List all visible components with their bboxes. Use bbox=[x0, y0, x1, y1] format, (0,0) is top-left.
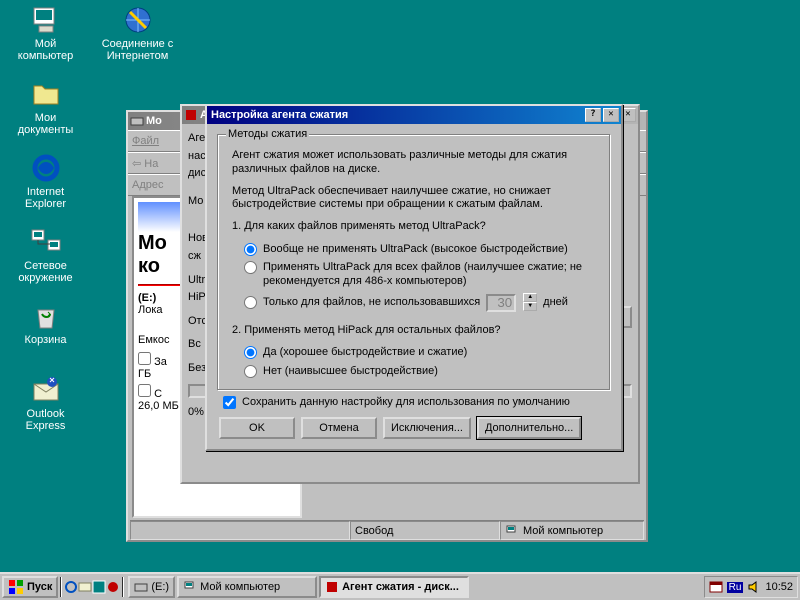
radio-ultrapack-unused[interactable]: Только для файлов, не использовавшихся ▲… bbox=[244, 293, 584, 312]
desktop-icon-label: Internet Explorer bbox=[25, 186, 66, 210]
radio-ultrapack-all[interactable]: Применять UltraPack для всех файлов (наи… bbox=[244, 260, 584, 289]
intro-text-2: Метод UltraPack обеспечивает наилучшее с… bbox=[232, 185, 596, 213]
desktop-icon-my-documents[interactable]: Мои документы bbox=[8, 78, 83, 136]
agent-icon bbox=[184, 108, 198, 122]
explorer-statusbar: Свобод Мой компьютер bbox=[130, 520, 644, 540]
task-button-my-computer[interactable]: Мой компьютер bbox=[177, 576, 317, 598]
question-1: 1. Для каких файлов применять метод Ultr… bbox=[232, 220, 596, 234]
drive-icon bbox=[130, 114, 144, 128]
spin-down-button[interactable]: ▼ bbox=[523, 302, 537, 311]
drive-icon bbox=[134, 580, 148, 594]
used-check[interactable] bbox=[138, 352, 151, 365]
tray-scheduler-icon[interactable] bbox=[709, 580, 723, 594]
radio-hipack-yes[interactable]: Да (хорошее быстродействие и сжатие) bbox=[244, 345, 584, 359]
radio-ultrapack-none[interactable]: Вообще не применять UltraPack (высокое б… bbox=[244, 242, 584, 256]
methods-groupbox: Методы сжатия Агент сжатия может использ… bbox=[217, 134, 611, 391]
compression-settings-dialog: Настройка агента сжатия ? ✕ Методы сжати… bbox=[205, 104, 623, 451]
desktop-icon-label: Мой компьютер bbox=[18, 38, 73, 62]
free-check[interactable] bbox=[138, 384, 151, 397]
desktop-icon-outlook[interactable]: Outlook Express bbox=[8, 374, 83, 432]
desktop-icon-ie[interactable]: Internet Explorer bbox=[8, 152, 83, 210]
desktop-icon-network[interactable]: Сетевое окружение bbox=[8, 226, 83, 284]
start-button[interactable]: Пуск bbox=[2, 576, 58, 598]
desktop-icon-my-computer[interactable]: Мой компьютер bbox=[8, 4, 83, 62]
desktop-icon-recycle-bin[interactable]: Корзина bbox=[8, 300, 83, 346]
groupbox-title: Методы сжатия bbox=[226, 128, 309, 140]
system-tray: Ru 10:52 bbox=[704, 576, 798, 598]
desktop-icon-label: Мои документы bbox=[18, 112, 74, 136]
intro-text-1: Агент сжатия может использовать различны… bbox=[232, 149, 596, 177]
agent-icon bbox=[325, 580, 339, 594]
tray-volume-icon[interactable] bbox=[747, 580, 761, 594]
radio-hipack-no[interactable]: Нет (наивысшее быстродействие) bbox=[244, 364, 584, 378]
quicklaunch-ie-icon[interactable] bbox=[64, 580, 78, 594]
taskbar: Пуск (E:) Мой компьютер Агент сжатия - д… bbox=[0, 572, 800, 600]
quicklaunch-outlook-icon[interactable] bbox=[78, 580, 92, 594]
clock[interactable]: 10:52 bbox=[765, 581, 793, 593]
desktop-icon-label: Outlook Express bbox=[26, 408, 66, 432]
windows-logo-icon bbox=[8, 579, 24, 595]
desktop-icon-label: Корзина bbox=[25, 334, 67, 346]
exceptions-button[interactable]: Исключения... bbox=[383, 417, 471, 439]
quicklaunch-desktop-icon[interactable] bbox=[92, 580, 106, 594]
advanced-button[interactable]: Дополнительно... bbox=[477, 417, 581, 439]
ok-button[interactable]: OK bbox=[219, 417, 295, 439]
desktop-icon-label: Соединение с Интернетом bbox=[102, 38, 174, 62]
cancel-button[interactable]: Отмена bbox=[301, 417, 377, 439]
save-default-checkbox[interactable]: Сохранить данную настройку для использов… bbox=[223, 395, 597, 409]
close-button[interactable]: ✕ bbox=[603, 108, 619, 122]
help-button[interactable]: ? bbox=[585, 108, 601, 122]
dialog-titlebar[interactable]: Настройка агента сжатия ? ✕ bbox=[207, 106, 621, 124]
task-button-compression-agent[interactable]: Агент сжатия - диск... bbox=[319, 576, 469, 598]
desktop-icon-internet-connection[interactable]: Соединение с Интернетом bbox=[100, 4, 175, 62]
back-button[interactable]: ⇦ На bbox=[132, 157, 158, 170]
quicklaunch-channels-icon[interactable] bbox=[106, 580, 120, 594]
question-2: 2. Применять метод HiPack для остальных … bbox=[232, 324, 596, 338]
desktop-icon-label: Сетевое окружение bbox=[18, 260, 72, 284]
language-indicator[interactable]: Ru bbox=[727, 582, 744, 593]
computer-icon bbox=[183, 580, 197, 594]
spin-up-button[interactable]: ▲ bbox=[523, 293, 537, 302]
days-input bbox=[486, 294, 516, 312]
task-button-e-drive[interactable]: (E:) bbox=[128, 576, 175, 598]
computer-icon bbox=[505, 524, 519, 538]
dialog-title: Настройка агента сжатия bbox=[209, 109, 583, 121]
